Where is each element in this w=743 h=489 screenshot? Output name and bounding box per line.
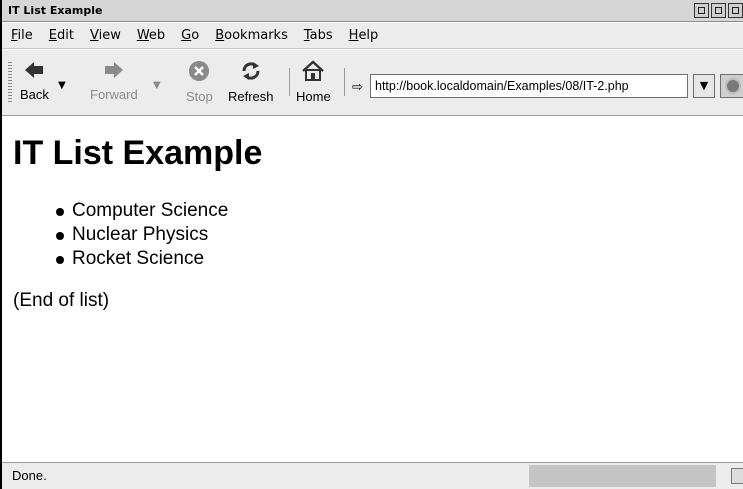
status-text: Done. <box>12 468 47 483</box>
menu-bookmarks-rest: ookmarks <box>224 28 288 43</box>
menu-edit-mnemonic: E <box>48 28 57 43</box>
stop-icon <box>189 61 210 81</box>
back-button[interactable]: Back <box>20 60 49 102</box>
go-button[interactable] <box>720 74 743 98</box>
menu-go[interactable]: Go <box>181 28 199 43</box>
refresh-button[interactable]: Refresh <box>228 60 274 104</box>
security-lock-icon[interactable] <box>731 468 743 484</box>
forward-label: Forward <box>90 87 138 102</box>
menu-file-rest: ile <box>17 28 33 43</box>
back-history-dropdown[interactable]: ▼ <box>58 80 66 91</box>
stop-label: Stop <box>186 89 213 104</box>
list-item: Rocket Science <box>55 247 228 271</box>
menu-help-rest: elp <box>358 28 379 43</box>
menu-help[interactable]: Help <box>349 28 379 43</box>
navigation-toolbar: Back ▼ Forward ▼ Stop Refresh Home ⇨ htt… <box>2 50 743 116</box>
list-item: Computer Science <box>55 199 228 223</box>
stop-button[interactable]: Stop <box>186 60 213 104</box>
close-button[interactable] <box>728 3 743 18</box>
end-of-list-text: (End of list) <box>13 290 110 311</box>
menu-web-rest: eb <box>148 28 166 43</box>
chevron-down-icon: ▼ <box>699 79 709 92</box>
window-title: IT List Example <box>8 4 103 17</box>
menu-view[interactable]: View <box>90 28 121 43</box>
maximize-button[interactable] <box>711 3 726 18</box>
home-icon <box>302 60 325 81</box>
menu-tabs[interactable]: Tabs <box>304 28 333 43</box>
toolbar-separator <box>289 68 290 96</box>
menu-bookmarks-mnemonic: B <box>215 28 225 43</box>
progress-bar <box>529 465 716 487</box>
address-bar[interactable]: http://book.localdomain/Examples/08/IT-2… <box>370 74 688 98</box>
page-heading: IT List Example <box>13 134 263 172</box>
menu-view-mnemonic: V <box>89 28 99 43</box>
forward-button[interactable]: Forward <box>90 60 138 102</box>
menu-bar: File Edit View Web Go Bookmarks Tabs Hel… <box>2 23 743 49</box>
title-bar: IT List Example <box>2 0 743 22</box>
toolbar-separator <box>344 68 345 96</box>
close-icon <box>732 7 739 14</box>
list-item: Nuclear Physics <box>55 223 228 247</box>
home-button[interactable]: Home <box>296 60 331 104</box>
gear-icon <box>725 78 741 94</box>
window-controls <box>694 3 743 18</box>
menu-view-rest: iew <box>98 28 121 43</box>
menu-go-mnemonic: G <box>181 28 192 43</box>
toolbar-grip[interactable] <box>8 62 12 102</box>
menu-bookmarks[interactable]: Bookmarks <box>215 28 288 43</box>
back-arrow-icon <box>25 62 44 78</box>
browser-window: IT List Example File Edit View Web Go Bo… <box>0 0 743 489</box>
page-content: IT List Example Computer Science Nuclear… <box>2 117 743 461</box>
forward-history-dropdown[interactable]: ▼ <box>153 80 161 91</box>
url-history-dropdown[interactable]: ▼ <box>693 74 715 98</box>
page-proxy-icon[interactable]: ⇨ <box>352 80 363 95</box>
it-list: Computer Science Nuclear Physics Rocket … <box>55 199 228 271</box>
refresh-label: Refresh <box>228 89 274 104</box>
maximize-icon <box>715 7 722 14</box>
menu-file[interactable]: File <box>11 28 33 43</box>
back-label: Back <box>20 87 49 102</box>
menu-edit-rest: dit <box>57 28 74 43</box>
minimize-button[interactable] <box>694 3 709 18</box>
menu-go-rest: o <box>191 28 200 43</box>
status-bar: Done. <box>2 462 743 489</box>
refresh-icon <box>242 62 260 80</box>
menu-web-mnemonic: W <box>136 28 149 43</box>
menu-web[interactable]: Web <box>137 28 165 43</box>
minimize-icon <box>698 7 705 14</box>
menu-help-mnemonic: H <box>348 28 359 43</box>
home-label: Home <box>296 89 331 104</box>
menu-tabs-rest: abs <box>309 28 333 43</box>
url-text: http://book.localdomain/Examples/08/IT-2… <box>375 79 629 93</box>
menu-edit[interactable]: Edit <box>49 28 74 43</box>
forward-arrow-icon <box>104 62 123 78</box>
